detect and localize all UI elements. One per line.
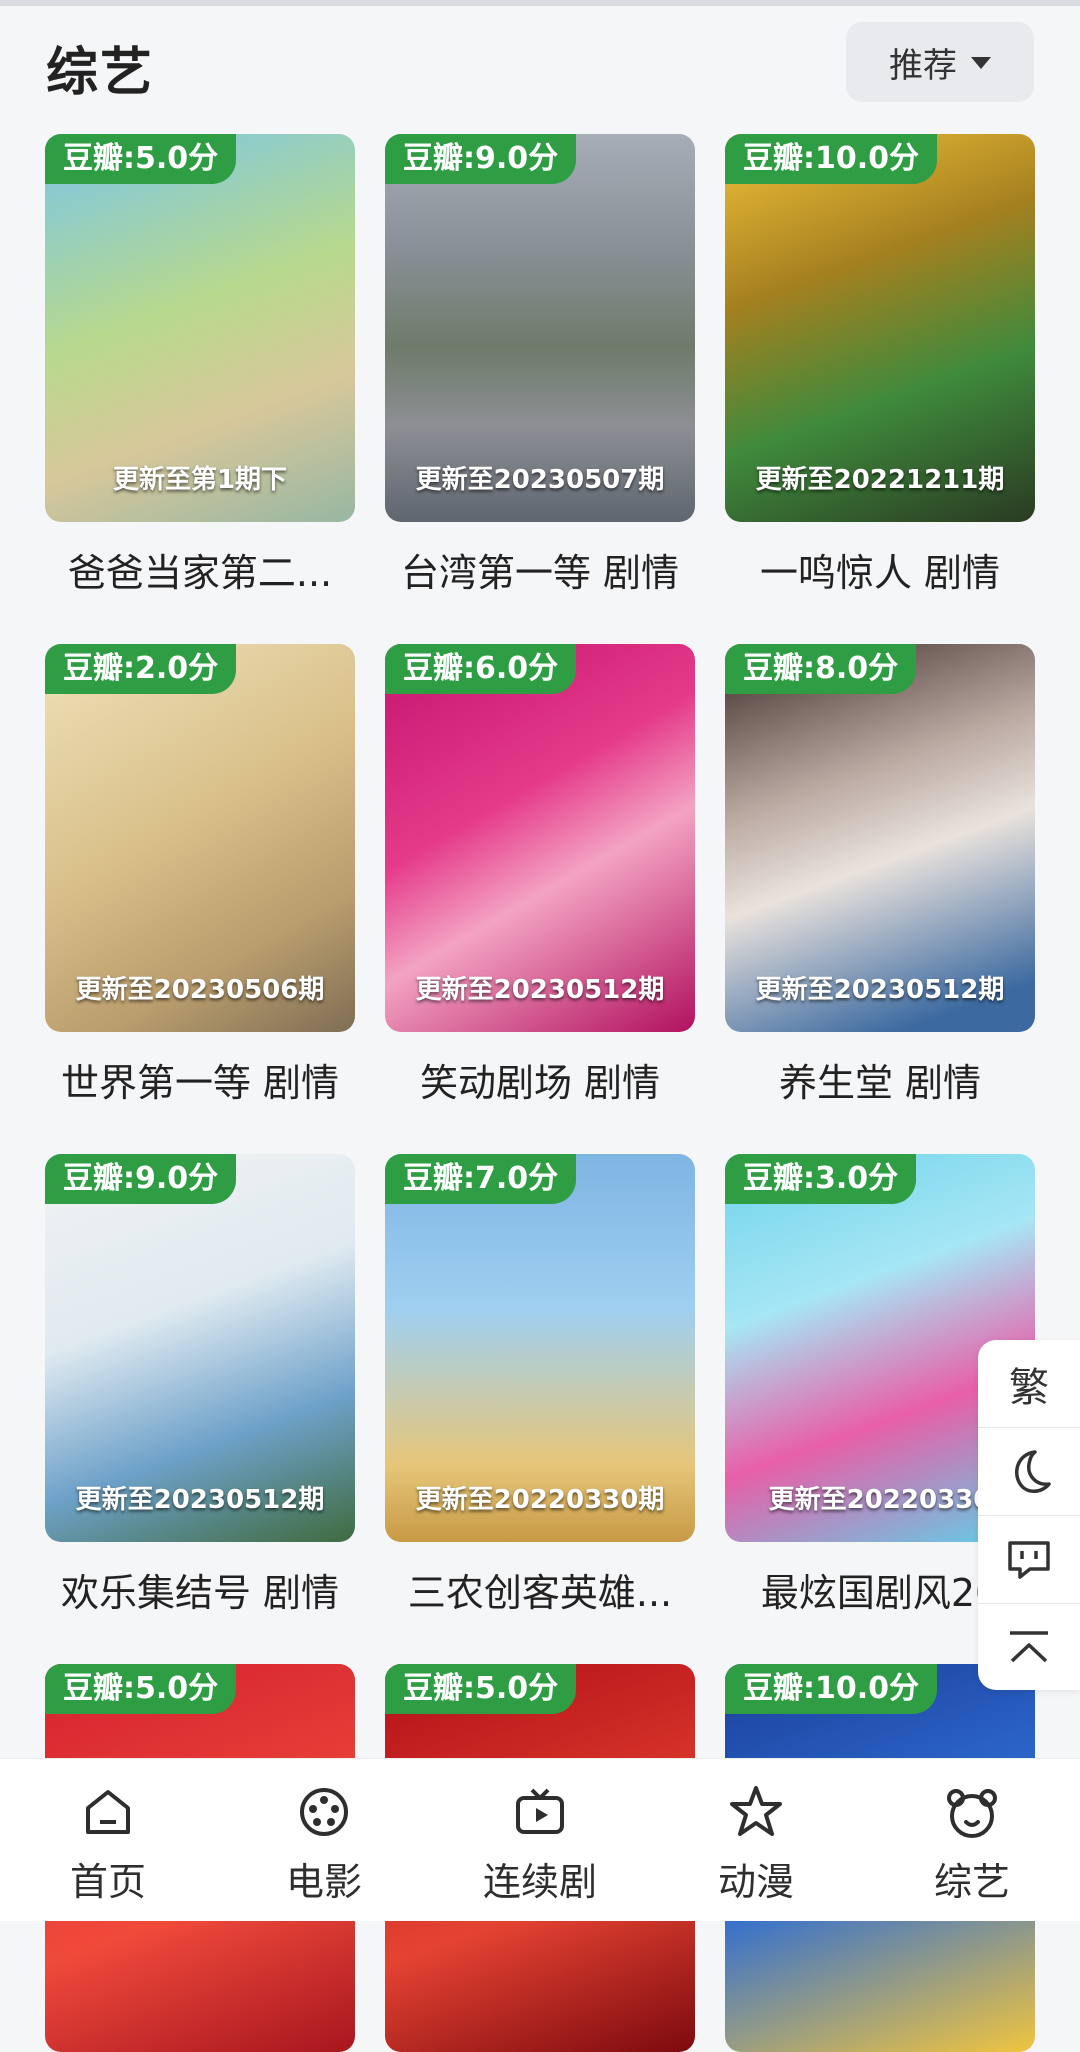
rating-badge: 豆瓣:10.0分 [725, 134, 938, 184]
tab-label: 动漫 [717, 1860, 794, 1904]
rating-badge: 豆瓣:9.0分 [45, 1154, 237, 1204]
chat-icon [1008, 1540, 1050, 1579]
tab-label: 电影 [285, 1860, 362, 1904]
show-card[interactable]: 豆瓣:9.0分 更新至20230512期 欢乐集结号 剧情 [45, 1154, 355, 1617]
show-title[interactable]: 世界第一等 剧情 [45, 1052, 355, 1107]
bottom-tab-bar: 首页 电影 连续剧 动漫 综艺 [0, 1758, 1080, 1921]
show-card[interactable]: 豆瓣:6.0分 更新至20230512期 笑动剧场 剧情 [385, 644, 695, 1107]
update-status: 更新至20230506期 [75, 975, 325, 1005]
traditional-chinese-button[interactable]: 繁 [978, 1340, 1080, 1428]
back-to-top-button[interactable] [978, 1604, 1080, 1691]
rating-badge: 豆瓣:5.0分 [45, 134, 237, 184]
show-title[interactable]: 笑动剧场 剧情 [385, 1052, 695, 1107]
rating-badge: 豆瓣:10.0分 [725, 1664, 938, 1714]
show-poster[interactable]: 豆瓣:7.0分 更新至20220330期 [385, 1154, 695, 1542]
rating-badge: 豆瓣:7.0分 [385, 1154, 577, 1204]
sort-dropdown[interactable]: 推荐 [846, 22, 1034, 102]
show-poster[interactable]: 豆瓣:9.0分 更新至20230512期 [45, 1154, 355, 1542]
show-card[interactable]: 豆瓣:10.0分 更新至20221211期 一鸣惊人 剧情 [725, 134, 1035, 597]
page-header: 综艺 推荐 [0, 6, 1080, 124]
show-poster[interactable]: 豆瓣:9.0分 更新至20230507期 [385, 134, 695, 522]
tab-variety[interactable]: 综艺 [892, 1781, 1052, 1906]
show-poster[interactable]: 豆瓣:10.0分 更新至20221211期 [725, 134, 1035, 522]
tab-label: 连续剧 [482, 1860, 597, 1904]
floating-tools: 繁 [978, 1340, 1080, 1690]
rating-badge: 豆瓣:6.0分 [385, 644, 577, 694]
show-title[interactable]: 养生堂 剧情 [725, 1052, 1035, 1107]
tab-label: 首页 [69, 1860, 146, 1904]
show-card[interactable]: 豆瓣:8.0分 更新至20230512期 养生堂 剧情 [725, 644, 1035, 1107]
show-card[interactable]: 豆瓣:9.0分 更新至20230507期 台湾第一等 剧情 [385, 134, 695, 597]
star-icon [730, 1786, 782, 1836]
tab-anime[interactable]: 动漫 [676, 1781, 836, 1906]
show-card[interactable]: 豆瓣:7.0分 更新至20220330期 三农创客英雄... [385, 1154, 695, 1617]
update-status: 更新至第1期下 [112, 465, 288, 495]
rating-badge: 豆瓣:9.0分 [385, 134, 577, 184]
update-status: 更新至20221211期 [755, 465, 1005, 495]
update-status: 更新至20230512期 [75, 1485, 325, 1515]
show-title[interactable]: 爸爸当家第二... [45, 542, 355, 597]
bear-icon [947, 1789, 997, 1838]
show-title[interactable]: 三农创客英雄... [385, 1562, 695, 1617]
update-status: 更新至20230507期 [415, 465, 665, 495]
rating-badge: 豆瓣:5.0分 [45, 1664, 237, 1714]
rating-badge: 豆瓣:5.0分 [385, 1664, 577, 1714]
tab-label: 综艺 [933, 1860, 1010, 1904]
tab-home[interactable]: 首页 [28, 1781, 188, 1906]
feedback-button[interactable] [978, 1516, 1080, 1604]
show-poster[interactable]: 豆瓣:6.0分 更新至20230512期 [385, 644, 695, 1032]
show-poster[interactable]: 豆瓣:8.0分 更新至20230512期 [725, 644, 1035, 1032]
home-icon [86, 1790, 130, 1834]
traditional-chinese-label: 繁 [1009, 1364, 1049, 1411]
show-title[interactable]: 一鸣惊人 剧情 [725, 542, 1035, 597]
update-status: 更新至20230512期 [755, 975, 1005, 1005]
rating-badge: 豆瓣:8.0分 [725, 644, 917, 694]
tab-movies[interactable]: 电影 [244, 1781, 404, 1906]
update-status: 更新至20230512期 [415, 975, 665, 1005]
sort-label: 推荐 [889, 45, 957, 86]
back-to-top-icon [1010, 1630, 1048, 1662]
rating-badge: 豆瓣:3.0分 [725, 1154, 917, 1204]
show-card[interactable]: 豆瓣:5.0分 更新至第1期下 爸爸当家第二... [45, 134, 355, 597]
update-status: 更新至20220330期 [415, 1485, 665, 1515]
show-title[interactable]: 台湾第一等 剧情 [385, 542, 695, 597]
show-card[interactable]: 豆瓣:2.0分 更新至20230506期 世界第一等 剧情 [45, 644, 355, 1107]
dark-mode-button[interactable] [978, 1428, 1080, 1516]
tab-series[interactable]: 连续剧 [460, 1781, 620, 1906]
page-title: 综艺 [46, 43, 155, 103]
caret-down-icon [971, 57, 991, 69]
show-poster[interactable]: 豆瓣:2.0分 更新至20230506期 [45, 644, 355, 1032]
moon-icon [1014, 1449, 1051, 1493]
film-reel-icon [300, 1788, 348, 1836]
tv-icon [516, 1788, 564, 1834]
show-poster[interactable]: 豆瓣:5.0分 更新至第1期下 [45, 134, 355, 522]
show-title[interactable]: 欢乐集结号 剧情 [45, 1562, 355, 1617]
rating-badge: 豆瓣:2.0分 [45, 644, 237, 694]
